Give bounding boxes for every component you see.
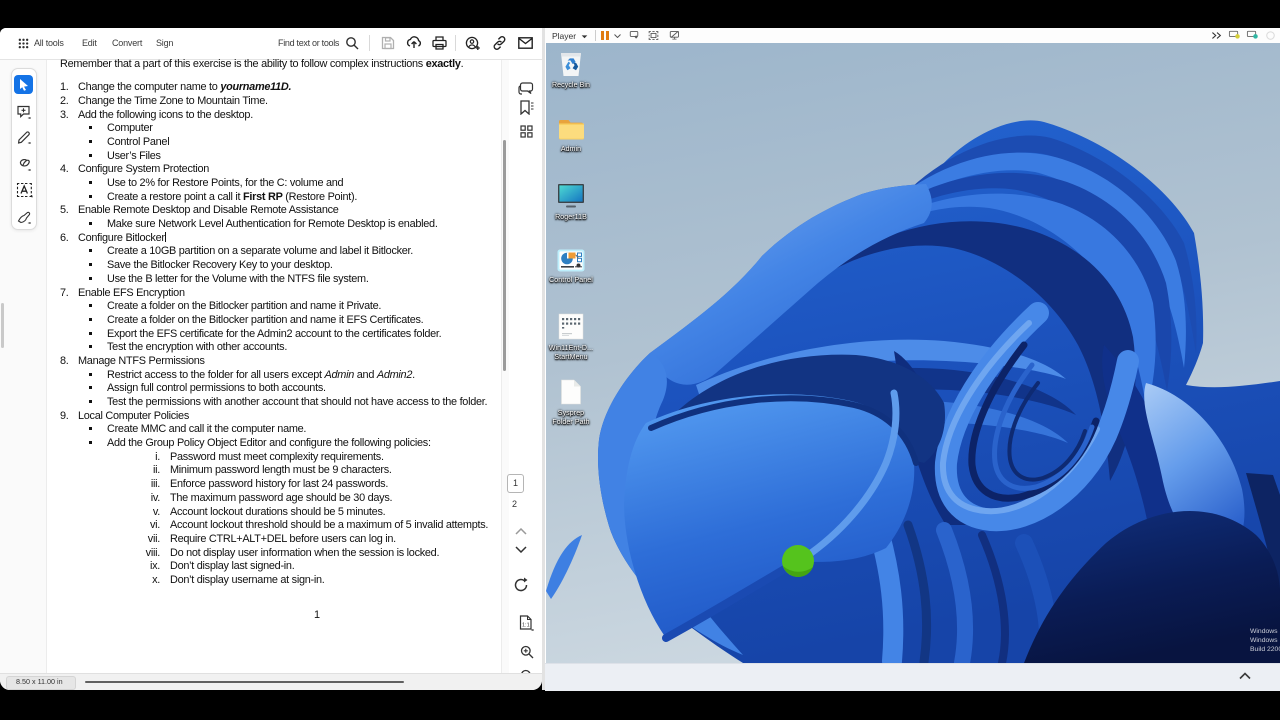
svg-text:1:1: 1:1 [522,623,530,629]
